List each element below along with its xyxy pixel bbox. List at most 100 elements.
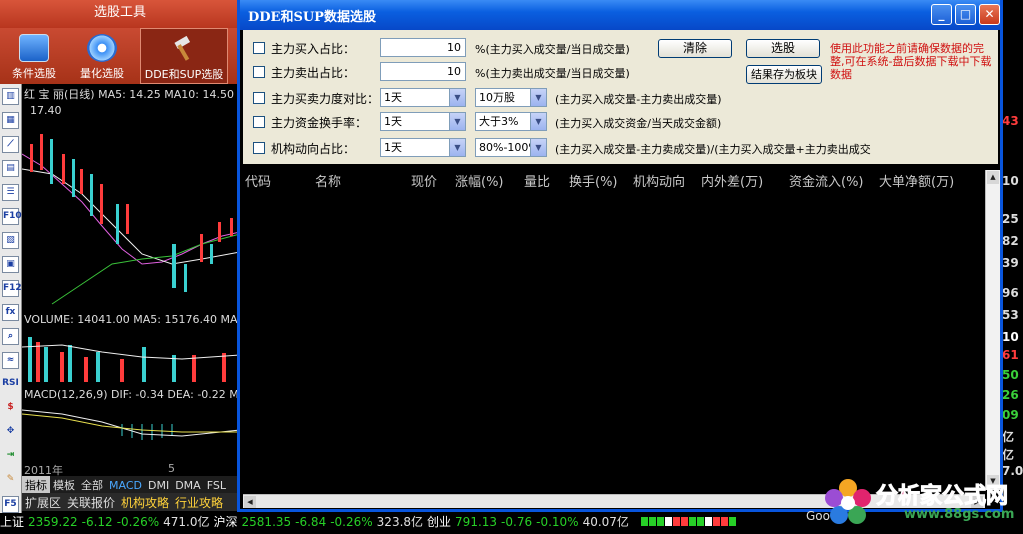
close-button[interactable]: ✕ [979, 4, 1000, 25]
main-buy-ratio-checkbox[interactable] [253, 42, 265, 54]
f12-icon[interactable]: F12 [2, 280, 22, 297]
condition-select-button[interactable]: 条件选股 [2, 28, 66, 84]
kline-icon[interactable]: ▥ [2, 88, 19, 105]
tab-all[interactable]: 全部 [78, 476, 106, 494]
chevron-down-icon: ▼ [530, 89, 546, 106]
buy-sell-force-period-select[interactable]: 1天 ▼ [380, 88, 466, 107]
main-sell-ratio-checkbox[interactable] [253, 66, 265, 78]
trend-icon[interactable]: ⟋ [2, 136, 19, 153]
dialog-titlebar[interactable]: DDE和SUP数据选股 _ □ ✕ [240, 0, 1000, 30]
tab-related-quote[interactable]: 关联报价 [64, 493, 118, 512]
capital-turnover-label: 主力资金换手率： [271, 116, 368, 130]
index-change-pct: -0.10% [536, 515, 579, 529]
tab-industry-strategy[interactable]: 行业攻略 [172, 493, 226, 512]
index-turnover: 471.0亿 [163, 515, 210, 529]
index-value: 2359.22 [28, 515, 78, 529]
axis-value: 亿 [1002, 430, 1015, 444]
f5-icon[interactable]: F5 [2, 496, 19, 513]
filter-form: 主力买入占比： 10 %(主力买入成交量/当日成交量) 主力卖出占比： 10 %… [243, 30, 998, 164]
institution-trend-checkbox[interactable] [253, 142, 265, 154]
vertical-scrollbar[interactable]: ▲ ▼ [985, 170, 1000, 490]
scroll-left-icon[interactable]: ◀ [244, 496, 256, 508]
buy-sell-force-amount-select[interactable]: 10万股 ▼ [475, 88, 547, 107]
bar-icon[interactable]: ▤ [2, 160, 19, 177]
tab-macd[interactable]: MACD [106, 478, 145, 493]
buy-sell-force-amount-value: 10万股 [479, 91, 515, 104]
index-turnover: 40.07亿 [582, 515, 629, 529]
chevron-down-icon: ▼ [449, 113, 465, 130]
dialog-title: DDE和SUP数据选股 [248, 10, 376, 25]
exit-icon[interactable]: ⇥ [2, 448, 19, 465]
macd-info: MACD(12,26,9) DIF: -0.34 DEA: -0.22 M [24, 388, 239, 401]
save-as-block-button[interactable]: 结果存为板块 [746, 65, 822, 84]
index-label-sh: 上证 [0, 515, 25, 529]
main-buy-ratio-input[interactable]: 10 [380, 38, 466, 57]
chart-icon[interactable]: ▧ [2, 232, 19, 249]
macd-chart [22, 409, 240, 440]
buy-sell-force-desc: (主力买入成交量-主力卖出成交量) [555, 93, 722, 106]
institution-trend-period-select[interactable]: 1天 ▼ [380, 138, 466, 157]
capital-turnover-period-select[interactable]: 1天 ▼ [380, 112, 466, 131]
disc-icon [87, 34, 117, 62]
pencil-icon[interactable]: ✎ [2, 472, 19, 489]
app-window: 选股工具 条件选股 量化选股 DDE和SUP选股 ▥ ▦ ⟋ ▤ ☰ F10 ▧… [0, 0, 1023, 534]
capital-turnover-threshold-select[interactable]: 大于3% ▼ [475, 112, 547, 131]
minimize-button[interactable]: _ [931, 4, 952, 25]
result-table-header: 代码 名称 现价 涨幅(%) 量比 换手(%) 机构动向 内外差(万) 资金流入… [243, 170, 988, 190]
tab-extension[interactable]: 扩展区 [22, 493, 64, 512]
wave-icon[interactable]: ≈ [2, 352, 19, 369]
hammer-icon [169, 35, 199, 63]
index-value: 791.13 [455, 515, 498, 529]
capital-turnover-threshold-value: 大于3% [479, 115, 519, 128]
tab-dma[interactable]: DMA [172, 478, 204, 493]
main-sell-ratio-input[interactable]: 10 [380, 62, 466, 81]
rsi-icon[interactable]: RSI [2, 376, 19, 393]
axis-value: 25 [1002, 212, 1019, 226]
flower-logo-icon [825, 479, 871, 524]
stock-tool-title: 选股工具 [0, 0, 240, 28]
watermark-name: 分析家公式网 [875, 484, 1009, 510]
clear-button[interactable]: 清除 [658, 39, 732, 58]
chart-tabs: 指标模板全部MACDDMIDMAFSLTF [22, 476, 240, 508]
capital-turnover-desc: (主力买入成交资金/当天成交金额) [555, 117, 722, 130]
main-sell-ratio-label: 主力卖出占比： [271, 66, 356, 80]
move-icon[interactable]: ✥ [2, 424, 19, 441]
tab-fsl[interactable]: FSL [204, 478, 229, 493]
select-stock-button[interactable]: 选股 [746, 39, 820, 58]
tab-indicator[interactable]: 指标 [22, 476, 50, 494]
condition-select-label: 条件选股 [12, 67, 56, 80]
grid-app-icon [19, 34, 49, 62]
kline-title: 红 宝 丽(日线) MA5: 14.25 MA10: 14.50 [24, 88, 234, 101]
axis-value: 26 [1002, 388, 1019, 402]
institution-trend-label: 机构动向占比： [271, 142, 356, 156]
capital-turnover-checkbox[interactable] [253, 116, 265, 128]
tab-dmi[interactable]: DMI [145, 478, 172, 493]
dde-sup-select-label: DDE和SUP选股 [144, 68, 224, 81]
tab-template[interactable]: 模板 [50, 476, 78, 494]
maximize-button[interactable]: □ [955, 4, 976, 25]
dollar-icon[interactable]: $ [2, 400, 19, 417]
stock-toolbar: 条件选股 量化选股 DDE和SUP选股 [0, 28, 240, 84]
search-icon[interactable]: ⌕ [2, 328, 19, 345]
f10-icon[interactable]: F10 [2, 208, 22, 225]
volume-info: VOLUME: 14041.00 MA5: 15176.40 MA [24, 313, 238, 326]
doc-icon[interactable]: ▣ [2, 256, 19, 273]
site-watermark: 分析家公式网 www.88gs.com [824, 474, 1023, 528]
institution-trend-range-select[interactable]: 80%-100% ▼ [475, 138, 547, 157]
scroll-up-icon[interactable]: ▲ [987, 171, 999, 184]
buy-sell-force-checkbox[interactable] [253, 92, 265, 104]
list-icon[interactable]: ☰ [2, 184, 19, 201]
table-icon[interactable]: ▦ [2, 112, 19, 129]
axis-value: 10 [1002, 174, 1019, 188]
fx-icon[interactable]: fx [2, 304, 19, 321]
axis-value: 50 [1002, 368, 1019, 382]
buy-sell-force-label: 主力买卖力度对比： [271, 92, 380, 106]
axis-value: 53 [1002, 308, 1019, 322]
kline-candles [22, 134, 240, 305]
quant-select-button[interactable]: 量化选股 [70, 28, 134, 84]
side-toolbar: ▥ ▦ ⟋ ▤ ☰ F10 ▧ ▣ F12 fx ⌕ ≈ RSI $ ✥ ⇥ ✎… [0, 84, 22, 514]
tab-institution-strategy[interactable]: 机构攻略 [118, 493, 172, 512]
dde-sup-select-button[interactable]: DDE和SUP选股 [140, 28, 228, 84]
market-breadth-blocks [640, 513, 737, 532]
result-table-body[interactable] [243, 188, 983, 484]
